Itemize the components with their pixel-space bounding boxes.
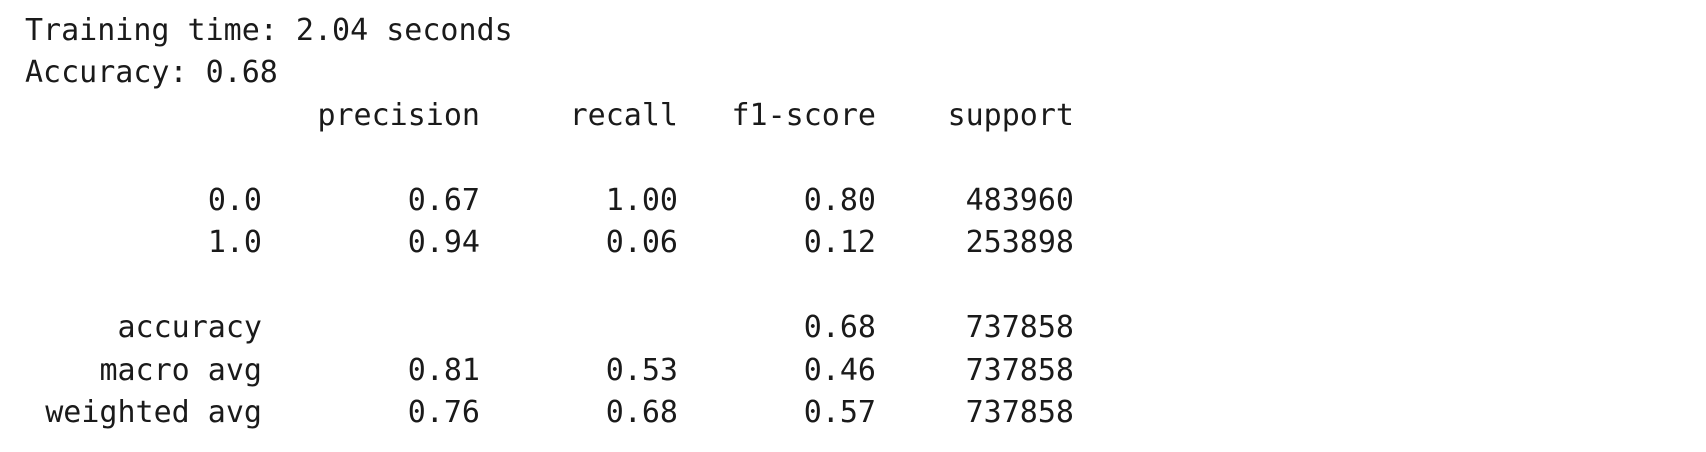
row-recall: 1.00	[605, 183, 678, 218]
row-label: macro avg	[99, 353, 262, 388]
row-support: 737858	[965, 353, 1074, 388]
header-f1-score: f1-score	[731, 98, 877, 133]
row-precision: 0.76	[407, 395, 480, 430]
row-f1-score: 0.80	[803, 183, 876, 218]
header-recall: recall	[569, 98, 678, 133]
row-f1-score: 0.12	[803, 225, 876, 260]
row-f1-score: 0.57	[803, 395, 876, 430]
row-label: 0.0	[207, 183, 262, 218]
row-label: accuracy	[117, 310, 263, 345]
row-recall: 0.53	[605, 353, 678, 388]
row-label: weighted avg	[45, 395, 262, 430]
row-precision: 0.81	[407, 353, 480, 388]
row-support: 737858	[965, 395, 1074, 430]
row-support: 253898	[965, 225, 1074, 260]
header-precision: precision	[317, 98, 480, 133]
row-support: 483960	[965, 183, 1074, 218]
header-support: support	[947, 98, 1074, 133]
accuracy-line: Accuracy: 0.68	[25, 55, 278, 90]
row-label: 1.0	[207, 225, 262, 260]
row-precision: 0.94	[407, 225, 480, 260]
row-f1-score: 0.68	[803, 310, 876, 345]
classification-output: Training time: 2.04 seconds Accuracy: 0.…	[0, 0, 1706, 452]
row-recall: 0.68	[605, 395, 678, 430]
training-time-line: Training time: 2.04 seconds	[25, 13, 513, 48]
row-f1-score: 0.46	[803, 353, 876, 388]
row-support: 737858	[965, 310, 1074, 345]
row-recall: 0.06	[605, 225, 678, 260]
row-precision: 0.67	[407, 183, 480, 218]
